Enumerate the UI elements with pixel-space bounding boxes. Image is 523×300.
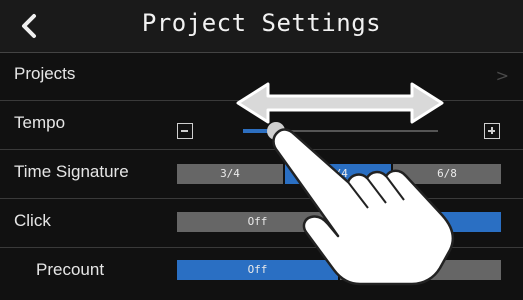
click-option-off[interactable]: Off — [177, 212, 338, 232]
plus-box-icon[interactable] — [484, 123, 500, 139]
precount-label: Precount — [36, 260, 105, 279]
header-bar: Project Settings — [0, 0, 523, 53]
time-signature-option-6-8[interactable]: 6/8 — [393, 164, 501, 184]
tempo-row: Tempo — [0, 101, 523, 150]
page-title: Project Settings — [141, 9, 382, 37]
projects-label: Projects — [14, 64, 76, 83]
tempo-label: Tempo — [14, 113, 66, 132]
projects-row[interactable]: Projects > — [0, 52, 523, 101]
click-label: Click — [14, 211, 51, 230]
precount-option-off[interactable]: Off — [177, 260, 338, 280]
time-signature-label: Time Signature — [14, 162, 129, 181]
precount-option-on[interactable]: On — [340, 260, 501, 280]
click-option-on[interactable]: On — [340, 212, 501, 232]
minus-box-icon[interactable] — [177, 123, 193, 139]
time-signature-option-4-4[interactable]: 4/4 — [285, 164, 391, 184]
time-signature-option-3-4[interactable]: 3/4 — [177, 164, 283, 184]
project-settings-screen: Project Settings Projects > Tempo Time S… — [0, 0, 523, 300]
chevron-right-icon: > — [495, 66, 509, 85]
